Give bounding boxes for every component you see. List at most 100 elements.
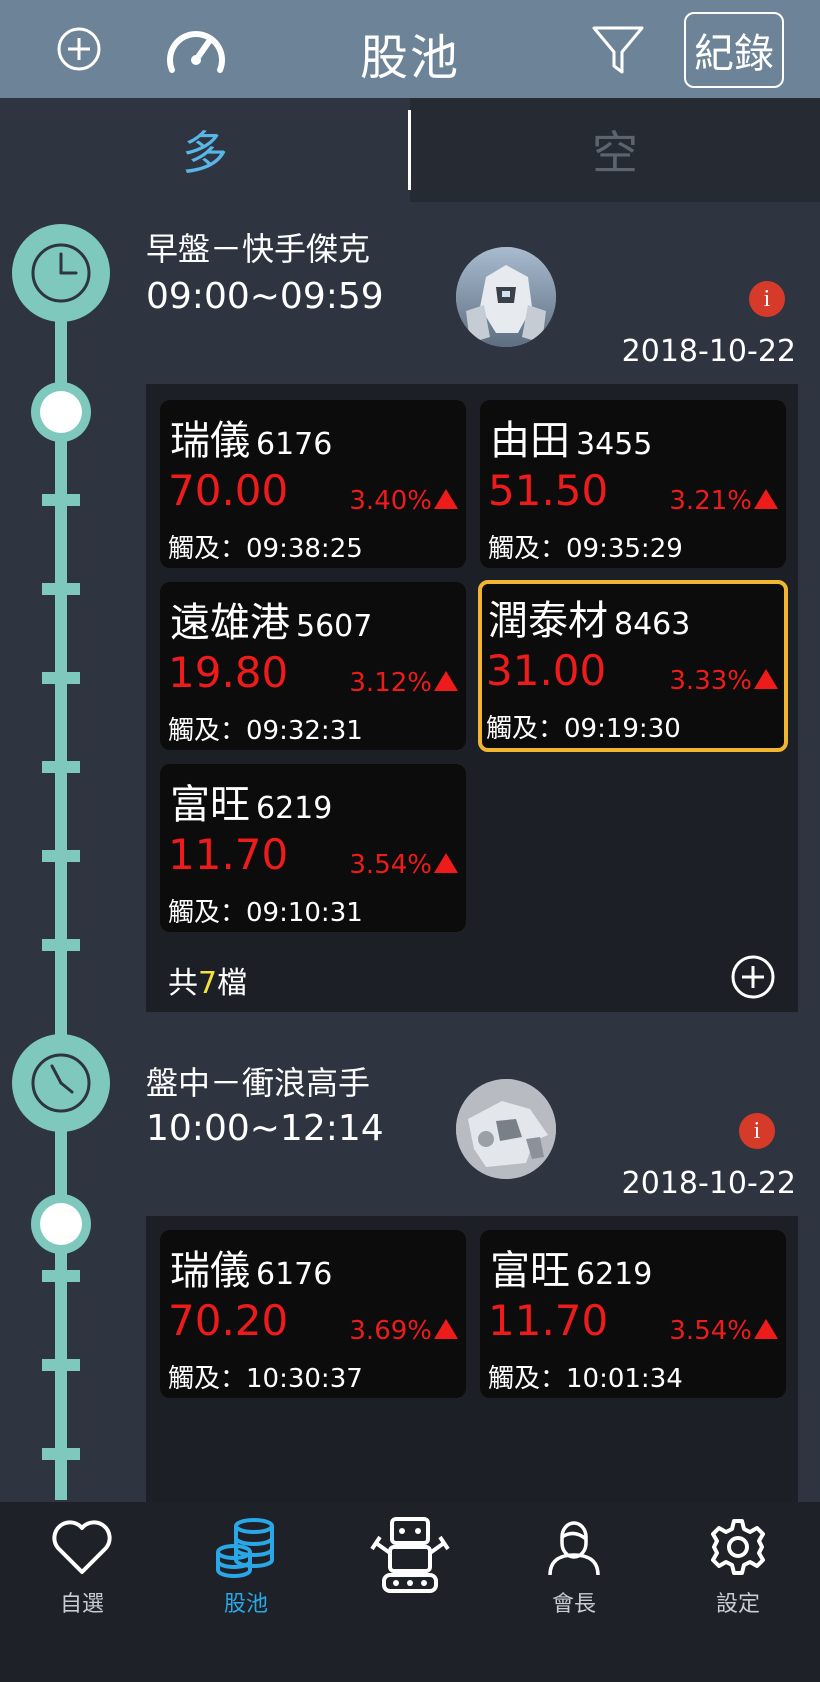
clock-icon — [31, 1053, 91, 1113]
nav-label: 設定 — [715, 1592, 760, 1617]
stock-price: 11.70 — [488, 1296, 609, 1345]
heart-icon — [52, 1520, 112, 1574]
record-button[interactable]: 紀錄 — [684, 12, 784, 88]
stock-price: 51.50 — [488, 466, 609, 515]
up-triangle-icon — [434, 489, 458, 509]
person-icon — [548, 1521, 600, 1576]
stock-change: 3.54% — [669, 1316, 752, 1346]
stock-price: 70.20 — [168, 1296, 289, 1345]
stock-count: 共7檔 — [168, 966, 248, 1001]
clock-icon — [31, 243, 91, 303]
filter-button[interactable] — [590, 22, 646, 78]
session-clock-node — [12, 224, 110, 322]
timeline-dot — [31, 1194, 91, 1254]
timeline-tick — [42, 672, 80, 684]
stock-code: 5607 — [296, 609, 373, 644]
timeline-tick — [42, 1270, 80, 1282]
trader-avatar[interactable] — [456, 247, 556, 347]
up-triangle-icon — [434, 671, 458, 691]
stock-change: 3.33% — [669, 666, 752, 696]
stock-name: 由田 — [490, 418, 570, 464]
timeline-tick — [42, 583, 80, 595]
session-clock-node — [12, 1034, 110, 1132]
stock-card[interactable]: 遠雄港 5607 19.80 3.12% 觸及：09:32:31 — [160, 582, 466, 750]
tab-divider — [408, 110, 411, 190]
stock-change: 3.69% — [349, 1316, 432, 1346]
add-circle-icon — [731, 955, 775, 999]
timeline-tick — [42, 494, 80, 506]
timeline-line — [55, 260, 67, 1500]
timeline-tick — [42, 1448, 80, 1460]
trigger-time: 觸及：09:32:31 — [168, 716, 363, 746]
stock-code: 6219 — [576, 1257, 653, 1292]
nav-item-stock-pool[interactable]: 股池 — [164, 1502, 328, 1682]
stock-price: 31.00 — [486, 646, 607, 695]
stock-change: 3.40% — [349, 486, 432, 516]
stock-card[interactable]: 富旺 6219 11.70 3.54% 觸及：09:10:31 — [160, 764, 466, 932]
nav-item-watchlist[interactable]: 自選 — [0, 1502, 164, 1682]
add-stock-button[interactable] — [730, 954, 776, 1004]
trader-avatar[interactable] — [456, 1079, 556, 1179]
robot-avatar-image — [456, 1079, 556, 1179]
stock-name: 富旺 — [490, 1248, 570, 1294]
timeline-tick — [42, 850, 80, 862]
filter-icon — [592, 26, 644, 74]
stock-change: 3.12% — [349, 668, 432, 698]
trigger-time: 觸及：10:30:37 — [168, 1364, 363, 1394]
tab-long[interactable]: 多 — [0, 98, 410, 202]
long-short-tabs: 多 空 — [0, 98, 820, 202]
nav-item-robot[interactable] — [328, 1502, 492, 1682]
session-name: 盤中－衝浪高手 — [146, 1064, 371, 1102]
gear-icon — [711, 1519, 765, 1575]
stock-card[interactable]: 富旺 6219 11.70 3.54% 觸及：10:01:34 — [480, 1230, 786, 1398]
stock-price: 11.70 — [168, 830, 289, 879]
session-time-range: 09:00~09:59 — [146, 276, 384, 317]
stock-code: 6176 — [256, 427, 333, 462]
trigger-time: 觸及：09:38:25 — [168, 534, 363, 564]
stock-card[interactable]: 瑞儀 6176 70.00 3.40% 觸及：09:38:25 — [160, 400, 466, 568]
up-triangle-icon — [754, 1319, 778, 1339]
stock-code: 6176 — [256, 1257, 333, 1292]
stock-code: 6219 — [256, 791, 333, 826]
robot-icon — [370, 1517, 450, 1593]
timeline-tick — [42, 939, 80, 951]
timeline-tick — [42, 1359, 80, 1371]
session-date: 2018-10-22 — [621, 334, 796, 369]
nav-label: 自選 — [59, 1592, 104, 1617]
stock-card-selected[interactable]: 潤泰材 8463 31.00 3.33% 觸及：09:19:30 — [478, 580, 788, 752]
robot-avatar-image — [456, 247, 556, 347]
stock-name: 遠雄港 — [170, 600, 290, 646]
stock-card[interactable]: 由田 3455 51.50 3.21% 觸及：09:35:29 — [480, 400, 786, 568]
stock-code: 3455 — [576, 427, 653, 462]
stock-change: 3.21% — [669, 486, 752, 516]
nav-item-member[interactable]: 會長 — [492, 1502, 656, 1682]
trigger-time: 觸及：09:10:31 — [168, 898, 363, 928]
stock-pool-panel: 瑞儀 6176 70.20 3.69% 觸及：10:30:37 富旺 6219 11… — [146, 1216, 798, 1502]
up-triangle-icon — [754, 489, 778, 509]
stock-card[interactable]: 瑞儀 6176 70.20 3.69% 觸及：10:30:37 — [160, 1230, 466, 1398]
stock-pool-panel: 瑞儀 6176 70.00 3.40% 觸及：09:38:25 由田 3455 51… — [146, 384, 798, 1012]
stock-change: 3.54% — [349, 850, 432, 880]
trigger-time: 觸及：09:19:30 — [486, 714, 681, 744]
up-triangle-icon — [434, 1319, 458, 1339]
tab-short[interactable]: 空 — [410, 98, 820, 202]
stock-price: 70.00 — [168, 466, 289, 515]
trigger-time: 觸及：10:01:34 — [488, 1364, 683, 1394]
stock-name: 潤泰材 — [488, 598, 608, 644]
up-triangle-icon — [754, 669, 778, 689]
session-name: 早盤－快手傑克 — [146, 230, 371, 268]
app-header: 股池 紀錄 — [0, 0, 820, 98]
info-icon[interactable]: i — [749, 281, 785, 317]
bottom-nav: 自選 股池 會長 設定 — [0, 1502, 820, 1682]
session-date: 2018-10-22 — [621, 1166, 796, 1201]
stock-name: 富旺 — [170, 782, 250, 828]
timeline-dot — [31, 382, 91, 442]
nav-label: 股池 — [223, 1592, 268, 1617]
stock-name: 瑞儀 — [170, 418, 250, 464]
stock-name: 瑞儀 — [170, 1248, 250, 1294]
stock-price: 19.80 — [168, 648, 289, 697]
trigger-time: 觸及：09:35:29 — [488, 534, 683, 564]
nav-item-settings[interactable]: 設定 — [656, 1502, 820, 1682]
nav-label: 會長 — [551, 1592, 596, 1617]
info-icon[interactable]: i — [739, 1113, 775, 1149]
